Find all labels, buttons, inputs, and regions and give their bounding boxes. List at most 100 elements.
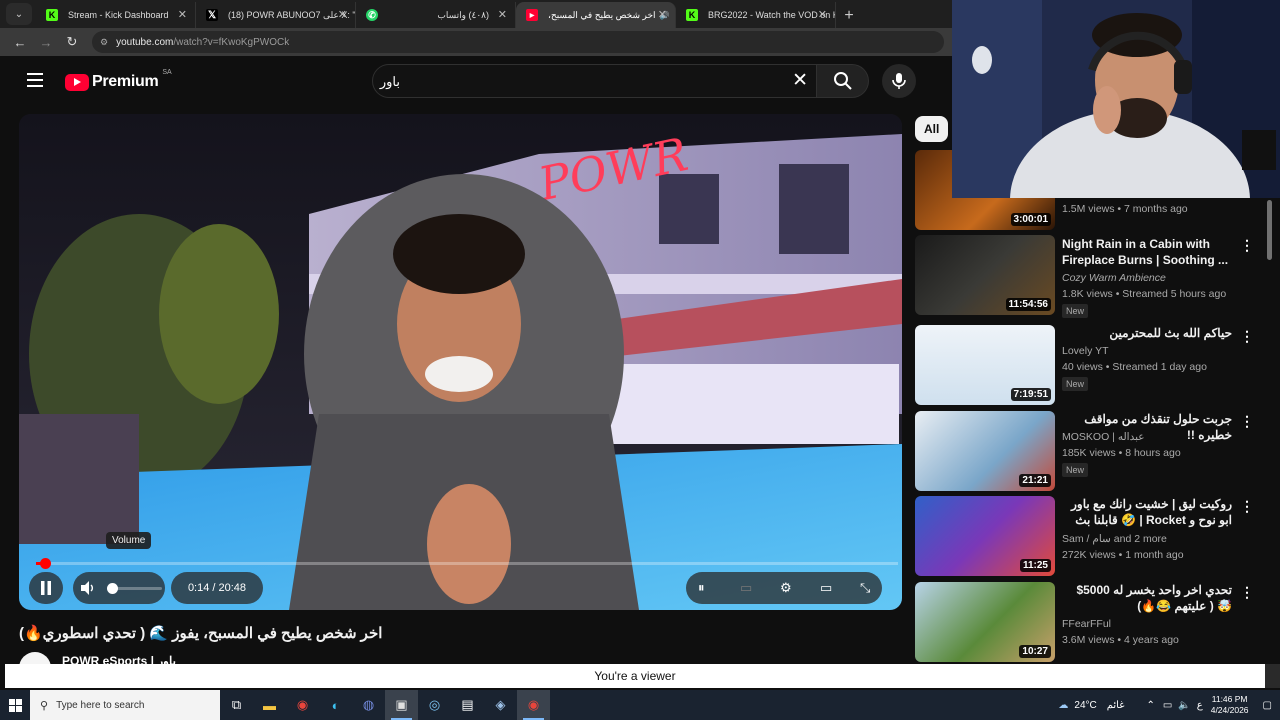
suggestion-channel[interactable]: MOSKOO | عبداله <box>1062 429 1145 445</box>
suggestion-channel[interactable]: FFearFFul <box>1062 616 1111 632</box>
close-icon[interactable]: ✕ <box>658 8 667 21</box>
theater-mode-icon[interactable]: ▭ <box>820 580 832 596</box>
tab-youtube[interactable]: ▶ اخر شخص يطيح في المسبح، 🔊 ✕ <box>516 2 676 28</box>
steam-icon[interactable]: ◈ <box>484 690 517 720</box>
youtube-premium-logo[interactable]: Premium SA <box>65 69 172 91</box>
browser-toolbar: ← → ↻ ⚙ youtube.com/watch?v=fKwoKgPWOCk <box>0 28 952 56</box>
duration-badge: 3:00:01 <box>1010 213 1051 226</box>
exit-fullscreen-icon[interactable]: ⤡ <box>860 580 870 596</box>
suggestion-thumbnail[interactable]: 10:27 <box>915 582 1055 662</box>
tab-search-button[interactable]: ⌄ <box>6 3 32 25</box>
back-icon[interactable]: ← <box>8 35 32 50</box>
tab-x-post[interactable]: 𝕏 (18) POWR ABUNOO7 على X: " ✕ <box>196 2 356 28</box>
viewer-status-banner: You're a viewer <box>5 664 1265 688</box>
tab-whatsapp[interactable]: ✆ (٤٠٨) واتساب ✕ <box>356 2 516 28</box>
duration-badge: 10:27 <box>1019 645 1051 658</box>
scrollbar[interactable] <box>1267 200 1272 260</box>
search-icon <box>833 72 852 90</box>
youtube-header: Premium SA باور ✕ <box>0 56 952 108</box>
close-icon[interactable]: ✕ <box>498 8 507 21</box>
suggestion-channel[interactable]: Lovely YT <box>1062 343 1109 359</box>
tab-kick-dashboard[interactable]: K Stream - Kick Dashboard ✕ <box>36 2 196 28</box>
time-text: 0:14 / 20:48 <box>187 582 247 594</box>
suggestion-thumbnail[interactable]: 11:25 <box>915 496 1055 576</box>
volume-slider-handle[interactable] <box>107 583 118 594</box>
notifications-icon[interactable]: ▢ <box>1263 700 1272 711</box>
windows-icon <box>8 698 22 712</box>
chrome-icon[interactable]: ◉ <box>517 690 550 720</box>
microphone-icon <box>892 73 906 89</box>
filter-chip-all[interactable]: All <box>915 116 949 142</box>
suggestion-title[interactable]: حياكم الله بث للمحترمين <box>1062 325 1232 341</box>
suggestion-title[interactable]: تحدي اخر واحد يخسر له 5000$ 🤯 ( عليتهم 😂… <box>1062 582 1232 614</box>
voice-search-button[interactable] <box>882 64 916 98</box>
search-query: باور <box>379 74 400 89</box>
language-indicator[interactable]: ع <box>1197 700 1203 711</box>
menu-icon[interactable] <box>27 73 43 87</box>
clock-time: 11:46 PM <box>1211 694 1248 704</box>
task-view-icon[interactable]: ⧉ <box>220 690 253 720</box>
suggestion-thumbnail[interactable]: 21:21 <box>915 411 1055 491</box>
suggestion-title[interactable]: روكيت ليق | خشيت رانك مع باور ابو نوح و … <box>1062 496 1232 528</box>
suggestion-channel[interactable]: Sam / سام and 2 more <box>1062 531 1167 547</box>
close-icon[interactable]: ✕ <box>338 8 347 21</box>
subtitles-icon[interactable]: ▭ <box>740 580 752 596</box>
more-options-icon[interactable]: ⋮ <box>1240 585 1254 599</box>
weather-temp[interactable]: 24°C <box>1074 700 1096 711</box>
search-button[interactable] <box>817 64 869 98</box>
new-badge: New <box>1062 377 1089 391</box>
address-bar[interactable]: ⚙ youtube.com/watch?v=fKwoKgPWOCk <box>92 31 944 53</box>
tab-brg2022[interactable]: K BRG2022 - Watch the VOD on K ✕ <box>676 2 836 28</box>
video-player[interactable]: POWR <box>19 114 902 610</box>
weather-description: غائم <box>1106 699 1125 711</box>
suggestion-thumbnail[interactable]: 11:54:56 <box>915 235 1055 315</box>
tab-title: Stream - Kick Dashboard <box>68 10 169 20</box>
progress-bar[interactable] <box>36 558 898 569</box>
start-button[interactable] <box>0 690 30 720</box>
weather-icon[interactable]: ☁ <box>1058 700 1068 711</box>
volume-icon[interactable]: 🔈 <box>1178 700 1190 711</box>
suggestion-channel[interactable]: Cozy Warm Ambience <box>1062 270 1166 286</box>
autoplay-toggle-icon[interactable]: ⏸ <box>698 580 705 596</box>
forward-icon[interactable]: → <box>34 35 58 50</box>
volume-tooltip: Volume <box>106 532 152 549</box>
banner-edge <box>1265 664 1280 688</box>
site-info-icon[interactable]: ⚙ <box>100 37 108 48</box>
close-icon[interactable]: ✕ <box>178 8 187 21</box>
x-icon: 𝕏 <box>206 9 218 21</box>
player-right-controls: ⏸ ▭ ⚙ ▭ ⤡ <box>686 572 882 604</box>
suggestion-thumbnail[interactable]: 7:19:51 <box>915 325 1055 405</box>
search-input[interactable]: باور ✕ <box>372 64 817 98</box>
terminal-icon[interactable]: ▣ <box>385 690 418 720</box>
more-options-icon[interactable]: ⋮ <box>1240 499 1254 513</box>
taskbar-search[interactable]: ⚲ Type here to search <box>30 690 220 720</box>
suggestion-meta: 1.5M views • 7 months ago <box>1062 203 1188 215</box>
search-icon: ⚲ <box>40 699 49 712</box>
suggestion-title[interactable]: Night Rain in a Cabin with Fireplace Bur… <box>1062 236 1232 268</box>
new-tab-button[interactable]: + <box>836 4 862 28</box>
more-options-icon[interactable]: ⋮ <box>1240 414 1254 428</box>
discord-icon[interactable]: ◍ <box>352 690 385 720</box>
show-hidden-icons-icon[interactable]: ⌃ <box>1146 700 1154 711</box>
volume-icon[interactable] <box>81 581 95 595</box>
kick-icon: K <box>686 9 698 21</box>
close-icon[interactable]: ✕ <box>818 8 827 21</box>
duration-badge: 21:21 <box>1019 474 1051 487</box>
youtube-logo-icon <box>65 73 89 91</box>
settings-icon[interactable]: ⚙ <box>780 580 792 596</box>
file-explorer-icon[interactable]: ▬ <box>253 690 286 720</box>
network-icon[interactable]: ▭ <box>1163 700 1172 711</box>
edge-icon[interactable]: ◐ <box>319 690 352 720</box>
clock[interactable]: 11:46 PM 4/24/2026 <box>1211 694 1249 716</box>
more-options-icon[interactable]: ⋮ <box>1240 329 1254 343</box>
play-pause-button[interactable] <box>29 572 63 604</box>
chrome-icon[interactable]: ◉ <box>286 690 319 720</box>
app-icon[interactable]: ▤ <box>451 690 484 720</box>
globe-icon[interactable]: ◎ <box>418 690 451 720</box>
webcam-overlay <box>952 0 1280 198</box>
new-badge: New <box>1062 463 1089 477</box>
clear-search-icon[interactable]: ✕ <box>792 71 808 91</box>
reload-icon[interactable]: ↻ <box>60 34 84 50</box>
country-code: SA <box>162 68 172 76</box>
more-options-icon[interactable]: ⋮ <box>1240 238 1254 252</box>
